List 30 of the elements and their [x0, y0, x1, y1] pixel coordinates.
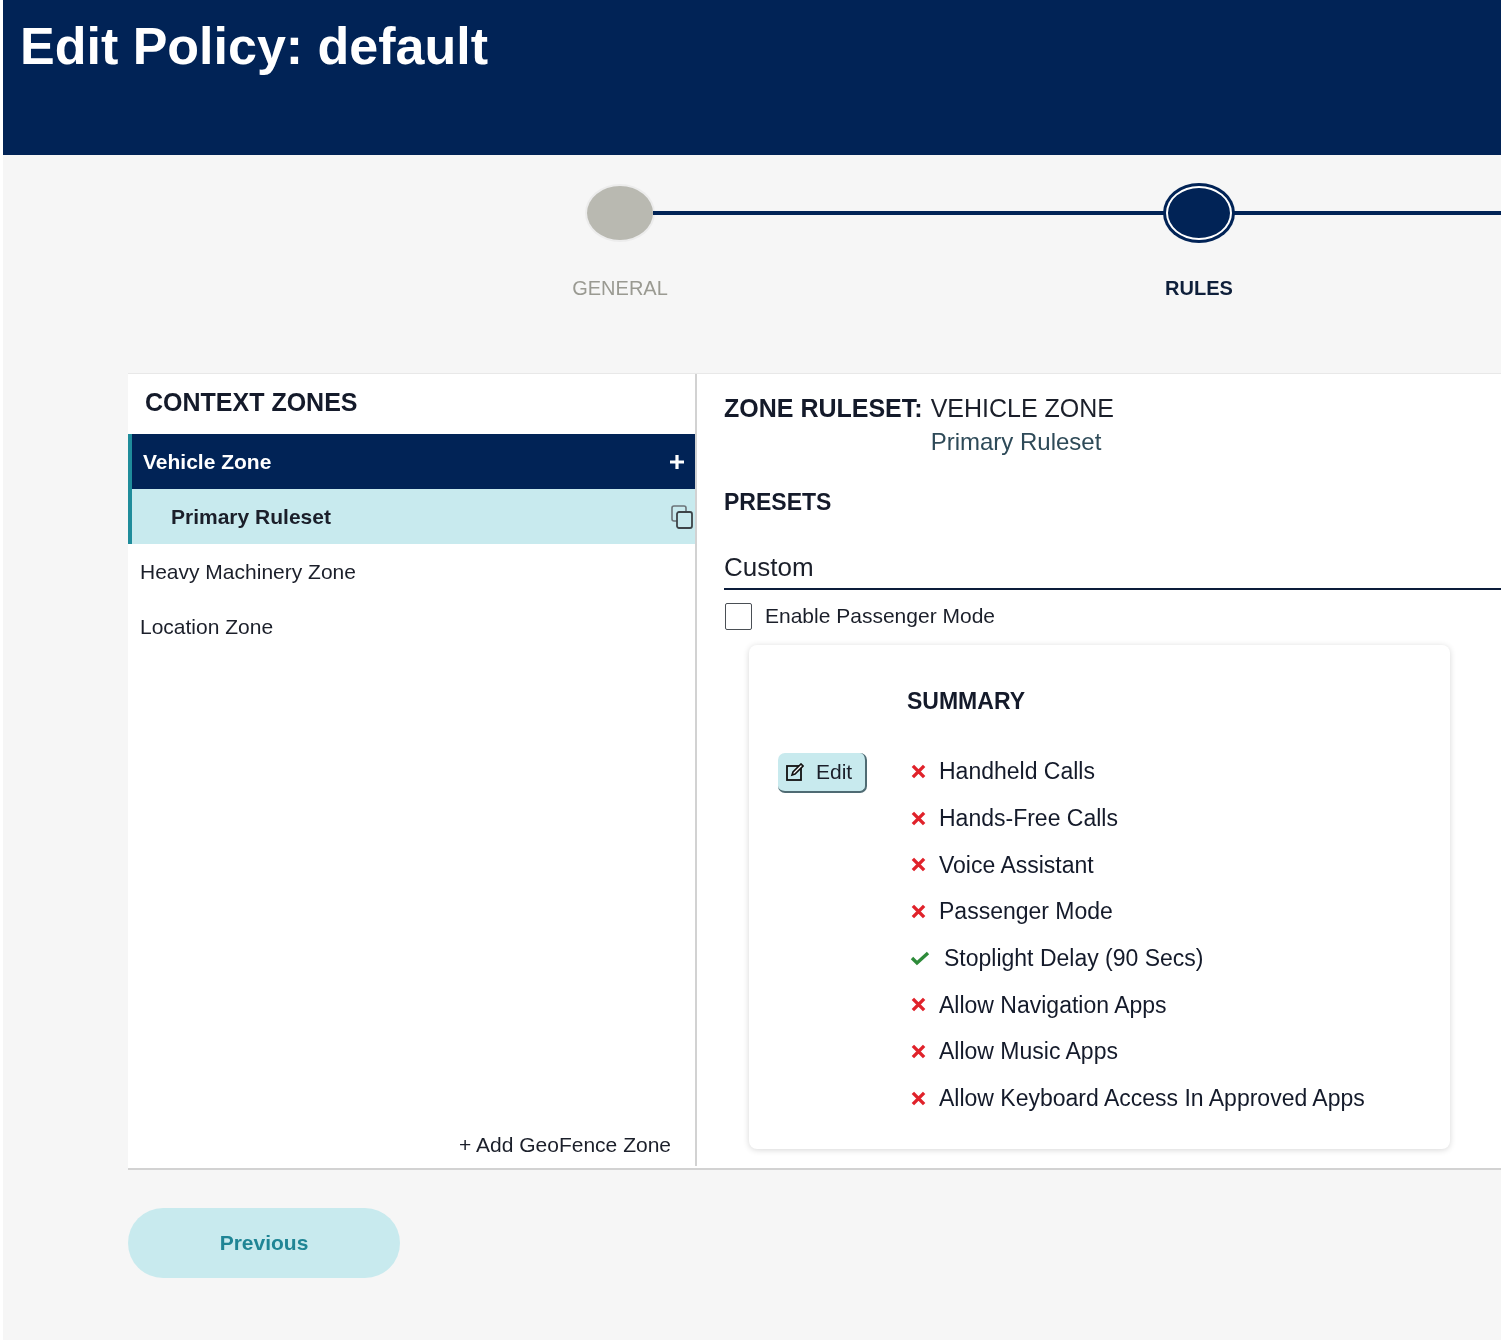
ruleset-label: ZONE RULESET:: [724, 393, 923, 424]
zone-name: VEHICLE ZONE: [930, 393, 1114, 424]
edit-icon: [786, 763, 804, 781]
ruleset-item[interactable]: Primary Ruleset: [128, 489, 695, 544]
summary-item-label: Passenger Mode: [939, 897, 1113, 926]
zone-item[interactable]: Vehicle Zone: [128, 434, 695, 489]
page-title: Edit Policy: default: [20, 16, 490, 77]
zone-item[interactable]: Heavy Machinery Zone: [128, 544, 695, 599]
plus-icon: [669, 453, 685, 470]
zone-item[interactable]: Location Zone: [128, 599, 695, 654]
summary-item-label: Allow Music Apps: [939, 1037, 1118, 1066]
section-title: PRESETS: [724, 488, 832, 517]
step-label: RULES: [1165, 276, 1233, 300]
step-circle[interactable]: [1166, 186, 1232, 240]
copy-icon: [671, 504, 693, 529]
summary-item-label: Hands-Free Calls: [939, 804, 1118, 833]
add-zone-link[interactable]: + Add GeoFence Zone: [459, 1132, 671, 1158]
edit-button[interactable]: Edit: [778, 753, 867, 793]
summary-item-label: Allow Keyboard Access In Approved Apps: [939, 1084, 1365, 1113]
step-label: GENERAL: [572, 276, 668, 300]
checkbox[interactable]: [725, 602, 752, 630]
section-title: CONTEXT ZONES: [144, 387, 359, 418]
summary-item-label: Voice Assistant: [939, 850, 1094, 879]
summary-item-label: Handheld Calls: [939, 757, 1095, 786]
ruleset-name: Primary Ruleset: [930, 427, 1103, 457]
summary-item-label: Stoplight Delay (90 Secs): [944, 944, 1204, 973]
preset-select[interactable]: Custom: [724, 546, 1501, 590]
summary-title: SUMMARY: [907, 687, 1026, 715]
checkbox-label: Enable Passenger Mode: [765, 603, 995, 629]
summary-item-label: Allow Navigation Apps: [939, 990, 1167, 1019]
